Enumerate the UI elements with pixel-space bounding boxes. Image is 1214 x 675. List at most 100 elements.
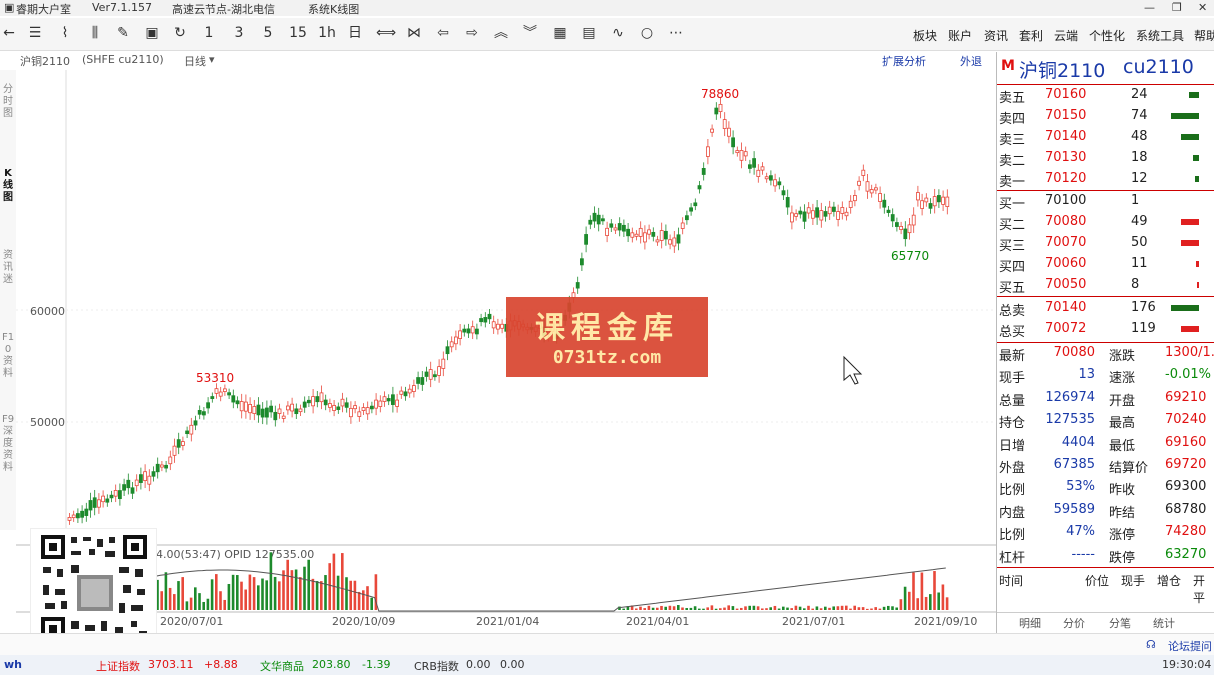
bid-2-label: 买二 (999, 218, 1026, 233)
window-icon[interactable]: ▤ (580, 24, 598, 42)
stat-value: 53% (1066, 479, 1095, 495)
stat-value: 69210 (1165, 389, 1207, 405)
ask-3-price[interactable]: 70140 (1045, 129, 1086, 144)
refresh-icon[interactable]: ↻ (171, 24, 189, 42)
menu-arbitrage[interactable]: 套利 (1019, 27, 1043, 44)
bid-3-price[interactable]: 70070 (1045, 235, 1086, 250)
total-buy-label: 总买 (999, 325, 1026, 340)
index-wh-chg: -1.39 (362, 658, 391, 671)
ask-1-price[interactable]: 70120 (1045, 171, 1086, 186)
high-label: 78860 (701, 87, 739, 101)
bid-1-price[interactable]: 70100 (1045, 193, 1086, 208)
minimize-icon[interactable]: — (1144, 1, 1155, 14)
menu-blocks[interactable]: 板块 (913, 27, 937, 44)
stat-label: 跌停 (1109, 550, 1136, 566)
menu-cloud[interactable]: 云端 (1054, 27, 1078, 44)
more-icon[interactable]: ⋯ (667, 24, 685, 42)
instrument-code: (SHFE cu2110) (82, 53, 164, 66)
tab-intraday[interactable]: 分时图 (1, 84, 15, 120)
menu-help[interactable]: 帮助 (1194, 27, 1214, 44)
chevron-down-icon[interactable]: ▾ (209, 53, 215, 66)
candlestick-icon[interactable]: ⫼ (86, 24, 104, 42)
total-sell-price[interactable]: 70140 (1045, 300, 1086, 315)
left-tabs: 分时图 K线图 资讯迷 F10资料 F9深度资料 (0, 70, 17, 530)
exit-button[interactable]: 外退 (960, 53, 982, 69)
bid-5-volume: 8 (1131, 277, 1140, 292)
low-label: 65770 (891, 249, 929, 263)
app-name: 睿期大户室 (16, 3, 71, 16)
grid-icon[interactable]: ▦ (551, 24, 569, 42)
stat-row: 内盘 59589 昨结 68780 (997, 500, 1214, 521)
circle-icon[interactable]: ○ (638, 24, 656, 42)
period-1h[interactable]: 1h (318, 24, 336, 42)
total-buy-price[interactable]: 70072 (1045, 321, 1086, 336)
tab-ticks[interactable]: 分笔 (1109, 615, 1131, 631)
tab-f9[interactable]: F9深度资料 (1, 414, 15, 474)
tab-detail[interactable]: 明细 (1019, 615, 1041, 631)
bid-1-volume: 1 (1131, 193, 1140, 208)
left-arrow-icon[interactable]: ⇦ (434, 24, 452, 42)
stat-value: 69300 (1165, 479, 1207, 495)
tab-f10[interactable]: F10资料 (1, 332, 15, 380)
restore-icon[interactable]: ❐ (1172, 1, 1182, 14)
wave-icon[interactable]: ∿ (609, 24, 627, 42)
quote-panel: M 沪铜2110 cu2110 卖五 70160 24 卖四 70150 74 卖三 7014… (996, 52, 1214, 652)
stat-label: 昨收 (1109, 483, 1136, 499)
bid-2-price[interactable]: 70080 (1045, 214, 1086, 229)
list-icon[interactable]: ☰ (26, 24, 44, 42)
period-selector[interactable]: 日线 (184, 53, 206, 69)
forum-link[interactable]: 论坛提问 (1168, 638, 1212, 654)
ask-4-price[interactable]: 70150 (1045, 108, 1086, 123)
tab-stats[interactable]: 统计 (1153, 615, 1175, 631)
menu-system-tools[interactable]: 系统工具 (1136, 27, 1184, 44)
period-1[interactable]: 1 (200, 24, 218, 42)
expand-icon[interactable]: ⟺ (376, 24, 396, 42)
headset-icon[interactable]: ☊ (1146, 638, 1156, 651)
stat-label: 杠杆 (999, 550, 1026, 566)
compress-icon[interactable]: ⋈ (405, 24, 423, 42)
ask-2-price[interactable]: 70130 (1045, 150, 1086, 165)
tab-news[interactable]: 资讯迷 (1, 250, 15, 286)
period-15[interactable]: 15 (289, 24, 307, 42)
stat-value: 67385 (1053, 457, 1095, 472)
ask-3-volume: 48 (1131, 129, 1148, 144)
draw-icon[interactable]: ✎ (114, 24, 132, 42)
stat-row: 外盘 67385 结算价 69720 (997, 455, 1214, 476)
stat-value: -0.01% (1165, 367, 1211, 383)
back-icon[interactable]: ← (0, 24, 18, 42)
menu-account[interactable]: 账户 (948, 27, 972, 44)
bid-5-price[interactable]: 70050 (1045, 277, 1086, 292)
tab-price-dist[interactable]: 分价 (1063, 615, 1085, 631)
extend-analysis-button[interactable]: 扩展分析 (882, 53, 926, 69)
ask-5-price[interactable]: 70160 (1045, 87, 1086, 102)
menu-personalize[interactable]: 个性化 (1089, 27, 1125, 44)
period-5[interactable]: 5 (259, 24, 277, 42)
period-3[interactable]: 3 (230, 24, 248, 42)
bid-3-row: 买三 70070 50 (997, 233, 1214, 254)
tab-kline[interactable]: K线图 (1, 168, 15, 204)
stat-value: 68780 (1165, 501, 1207, 517)
bid-4-price[interactable]: 70060 (1045, 256, 1086, 271)
up-icon[interactable]: ︽ (492, 24, 510, 42)
bid-1-label: 买一 (999, 197, 1026, 212)
period-day[interactable]: 日 (346, 24, 364, 42)
toolbar: ← ☰ ⌇ ⫼ ✎ ▣ ↻ 1 3 5 15 1h 日 ⟺ ⋈ ⇦ ⇨ ︽ ︾ … (0, 18, 1214, 51)
server-node: 高速云节点-湖北电信 (172, 3, 275, 16)
clock: 19:30:04 (1162, 658, 1212, 671)
ask-5-label: 卖五 (999, 91, 1026, 106)
stat-label: 最高 (1109, 416, 1136, 432)
close-icon[interactable]: ✕ (1198, 1, 1207, 14)
ask-5-row: 卖五 70160 24 (997, 85, 1214, 106)
title-bar: ▣ 睿期大户室 Ver7.1.157 高速云节点-湖北电信 系统K线图 — ❐ … (0, 0, 1214, 16)
down-icon[interactable]: ︾ (521, 24, 539, 42)
app-version: Ver7.1.157 (92, 1, 152, 14)
stat-label: 涨跌 (1109, 349, 1136, 364)
menu-news[interactable]: 资讯 (984, 27, 1008, 44)
col-oi-change: 增仓 (1157, 574, 1182, 588)
right-arrow-icon[interactable]: ⇨ (463, 24, 481, 42)
quote-stats: 最新 70080 涨跌 1300/1.89% 现手 13 速涨 -0.01% 总量 126974 开… (997, 343, 1214, 568)
col-time: 时间 (999, 574, 1024, 588)
line-chart-icon[interactable]: ⌇ (56, 24, 74, 42)
stat-label: 现手 (999, 371, 1026, 387)
save-icon[interactable]: ▣ (143, 24, 161, 42)
